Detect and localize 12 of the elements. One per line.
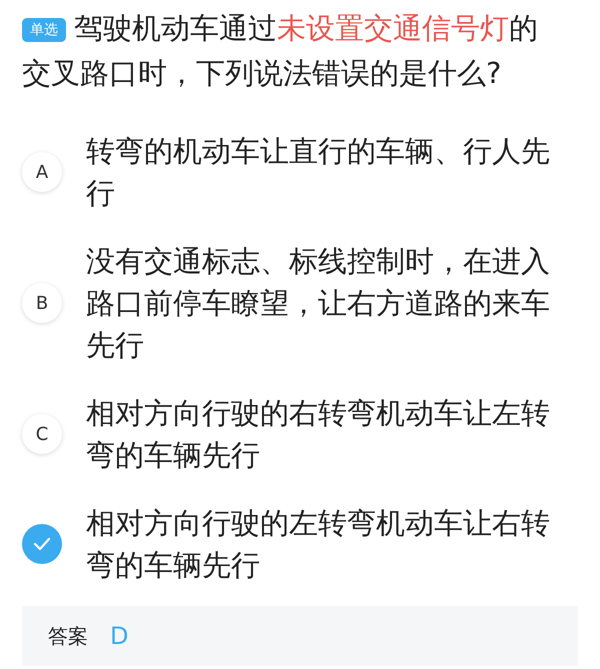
option-letter[interactable]: B <box>22 283 62 323</box>
answer-value: D <box>110 621 128 652</box>
check-icon[interactable] <box>22 524 62 564</box>
question-type-badge: 单选 <box>22 18 66 42</box>
option-text: 没有交通标志、标线控制时，在进入路口前停车瞭望，让右方道路的来车先行 <box>86 243 551 364</box>
option-text: 相对方向行驶的右转弯机动车让左转弯的车辆先行 <box>86 395 551 474</box>
option-letter[interactable]: C <box>22 414 62 454</box>
answer-label: 答案 <box>48 623 88 650</box>
question-text: 单选 驾驶机动车通过未设置交通信号灯的交叉路口时，下列说法错误的是什么? <box>22 10 539 92</box>
option-text: 转弯的机动车让直行的车辆、行人先行 <box>86 133 551 212</box>
option-letter[interactable]: A <box>22 152 62 192</box>
option-text: 相对方向行驶的左转弯机动车让右转弯的车辆先行 <box>86 505 551 584</box>
